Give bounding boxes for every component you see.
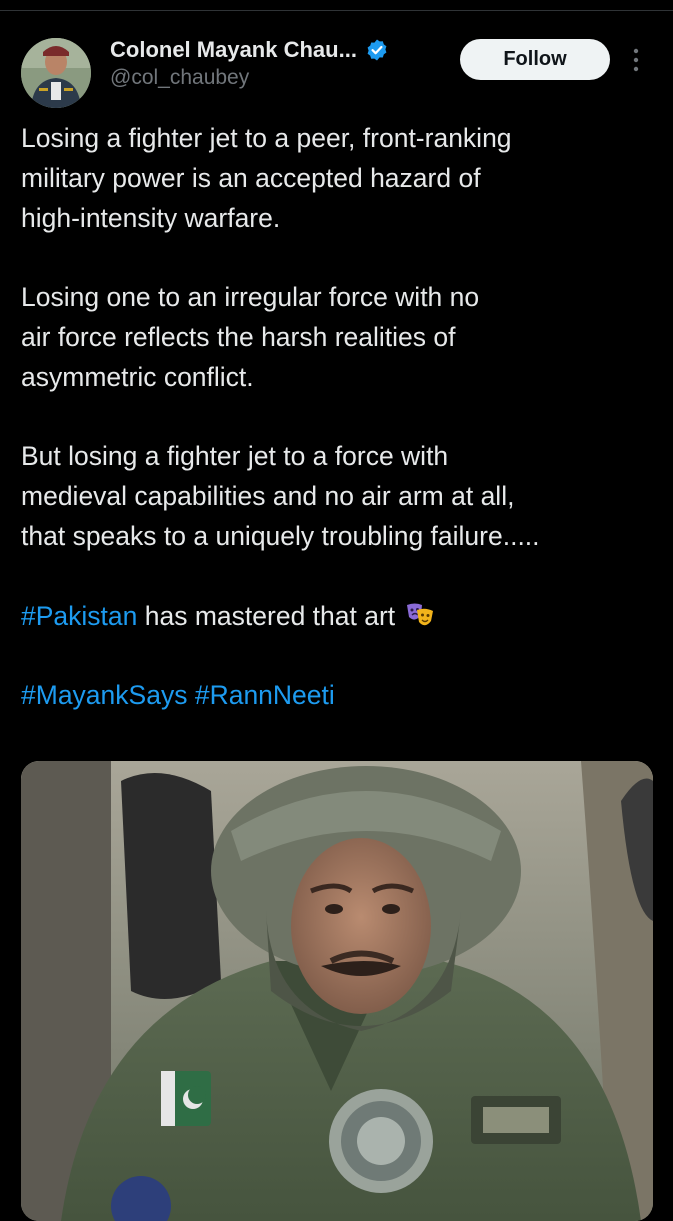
- text-line: high-intensity warfare.: [21, 202, 281, 233]
- follow-button[interactable]: Follow: [460, 39, 610, 80]
- avatar[interactable]: [21, 38, 91, 108]
- hashtag-pakistan[interactable]: #Pakistan: [21, 601, 137, 631]
- handle[interactable]: @col_chaubey: [110, 66, 249, 90]
- tweet-header: Colonel Mayank Chau... @col_chaubey Foll…: [0, 0, 673, 110]
- text-line: air force reflects the harsh realities o…: [21, 321, 456, 352]
- paragraph-2: Losing one to an irregular force with no…: [21, 278, 661, 397]
- text-line: Losing one to an irregular force with no: [21, 282, 480, 313]
- text-line: But losing a fighter jet to a force with: [21, 441, 449, 472]
- tweet-text: Losing a fighter jet to a peer, front-ra…: [21, 119, 661, 716]
- text-segment: has mastered that art: [137, 600, 396, 631]
- hashtag-rannneeti[interactable]: #RannNeeti: [195, 680, 335, 710]
- verified-badge-icon: [367, 39, 387, 61]
- pilot-photo: [21, 761, 653, 1221]
- text-line: Losing a fighter jet to a peer, front-ra…: [21, 123, 512, 153]
- more-vertical-icon[interactable]: [628, 44, 644, 76]
- text-line: military power is an accepted hazard of: [21, 162, 481, 193]
- paragraph-5: #MayankSays #RannNeeti: [21, 676, 661, 716]
- text-line: asymmetric conflict.: [21, 361, 254, 392]
- display-name[interactable]: Colonel Mayank Chau...: [110, 37, 357, 63]
- paragraph-3: But losing a fighter jet to a force with…: [21, 437, 661, 556]
- hashtag-mayanksays[interactable]: #MayankSays: [21, 680, 187, 710]
- performing-arts-masks-icon: [406, 603, 433, 625]
- paragraph-1: Losing a fighter jet to a peer, front-ra…: [21, 119, 661, 238]
- paragraph-4: #Pakistan has mastered that art: [21, 597, 661, 637]
- author-name-row: Colonel Mayank Chau...: [110, 34, 389, 66]
- text-line: medieval capabilities and no air arm at …: [21, 481, 515, 512]
- tweet-media-photo[interactable]: [21, 761, 653, 1221]
- text-line: that speaks to a uniquely troubling fail…: [21, 520, 540, 551]
